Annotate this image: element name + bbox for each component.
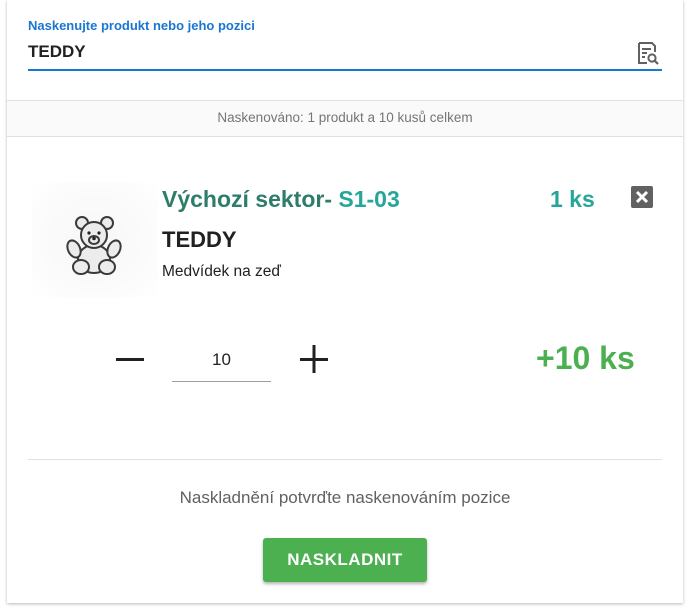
quantity-underline [172,381,271,382]
sector-label: Výchozí sektor- [162,186,332,212]
sector-code: S1-03 [338,186,400,212]
divider [28,459,662,460]
product-name: Medvídek na zeď [162,263,281,280]
remove-product-button[interactable] [631,186,653,208]
search-input[interactable] [28,38,628,66]
quantity-input[interactable] [172,346,271,374]
increase-quantity-button[interactable] [297,342,331,376]
search-underline [28,69,662,71]
stock-in-button[interactable]: NASKLADNIT [263,538,427,582]
minus-icon [116,358,144,361]
decrease-quantity-button[interactable] [113,342,147,376]
teddy-bear-image [32,182,158,298]
stock-quantity: 1 ks [550,186,595,212]
search-label: Naskenujte produkt nebo jeho pozici [28,18,255,33]
quantity-delta: +10 ks [536,340,635,376]
search-section: Naskenujte produkt nebo jeho pozici [7,0,683,100]
confirm-hint: Naskladnění potvrďte naskenováním pozice [179,488,511,507]
close-icon [635,190,649,204]
sector-line: Výchozí sektor- S1-03 [162,186,400,213]
scan-search-icon[interactable] [634,40,660,66]
scan-summary: Naskenováno: 1 produkt a 10 kusů celkem [7,100,683,137]
plus-icon [300,345,328,373]
product-code: TEDDY [162,227,237,252]
stock-in-card: Naskenujte produkt nebo jeho pozici Nask… [7,0,683,603]
